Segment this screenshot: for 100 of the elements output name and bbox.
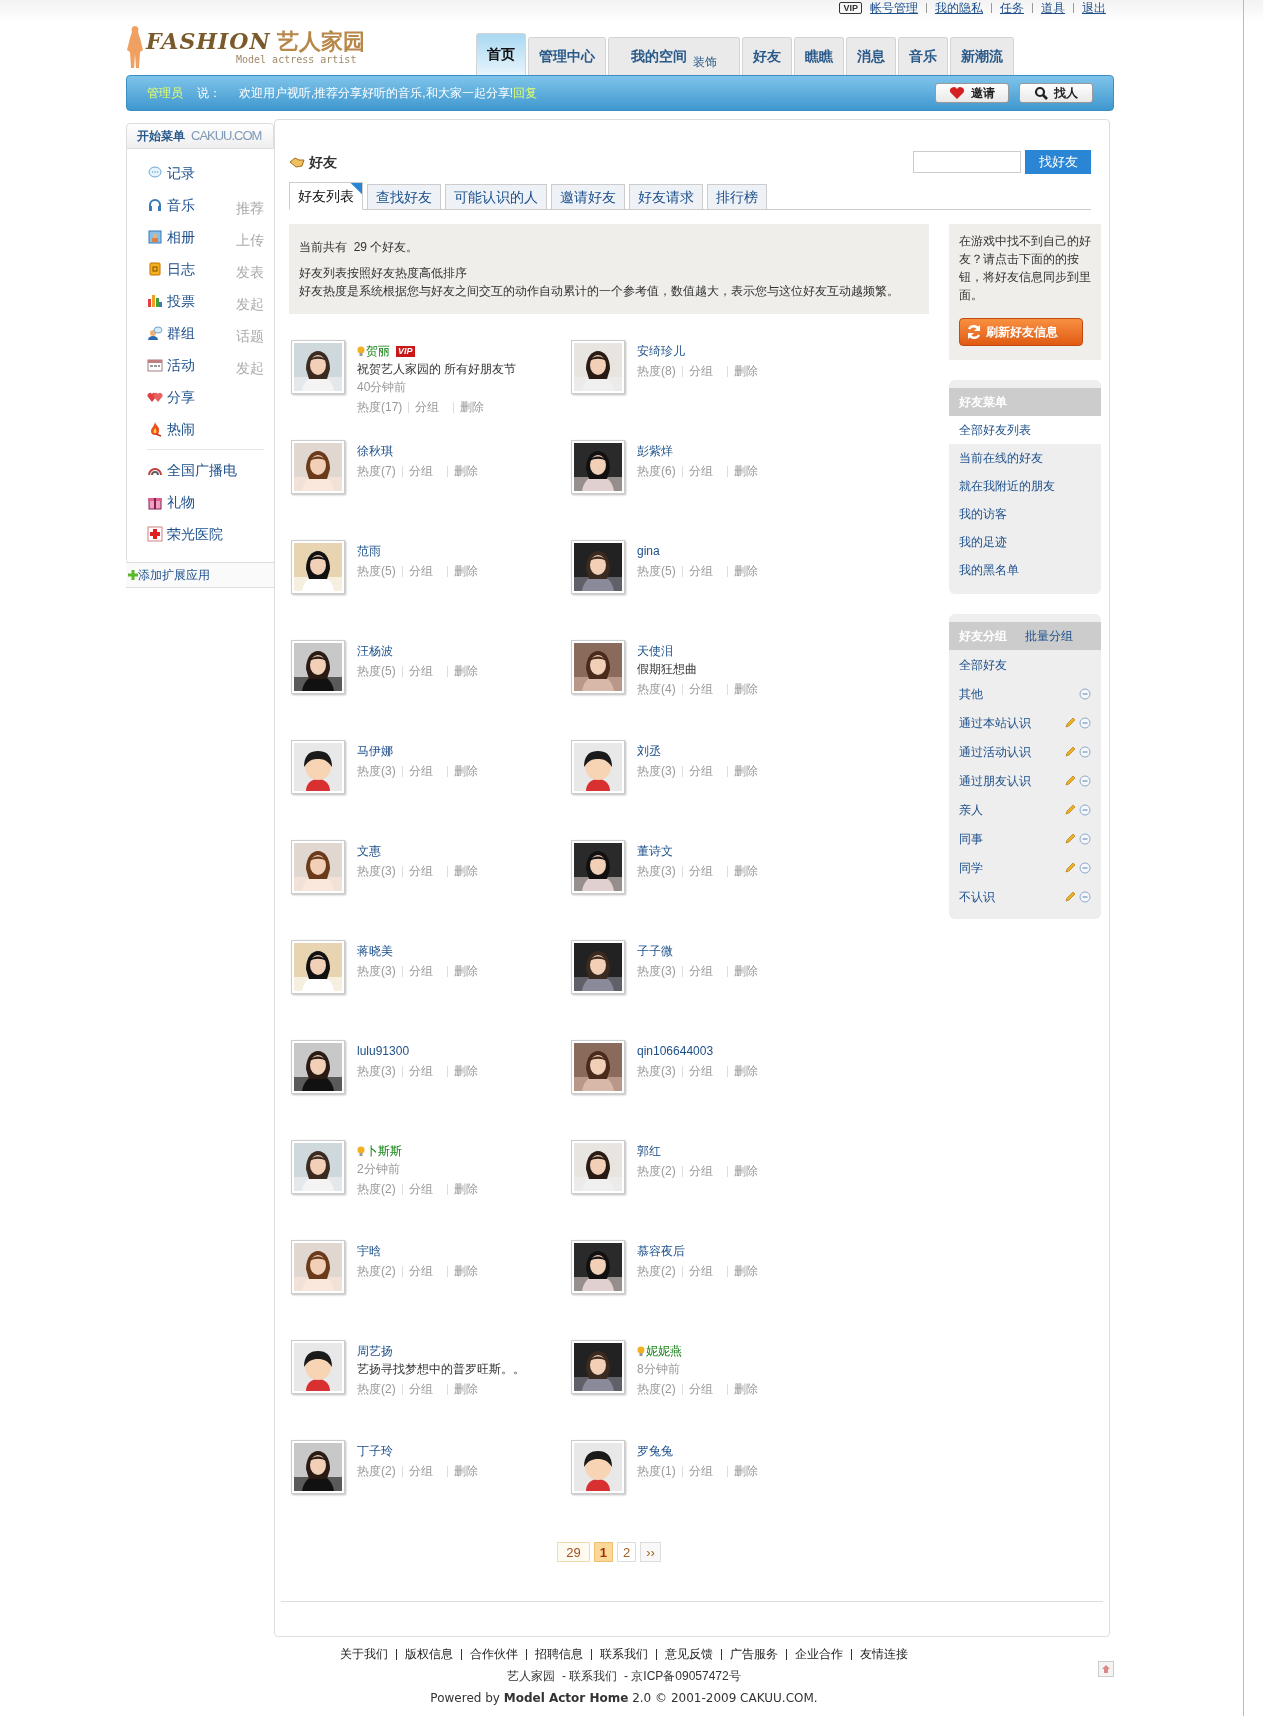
nav-tab[interactable]: 音乐 [898,37,948,75]
pencil-icon[interactable] [1064,774,1076,787]
pencil-icon[interactable] [1064,832,1076,845]
nav-tab[interactable]: 我的空间 装饰 [608,37,740,75]
top-link[interactable]: 我的隐私 [935,0,983,17]
tab[interactable]: 好友列表 [289,182,363,210]
menu-link[interactable]: 我的访客 [949,500,1101,528]
remove-icon[interactable] [1079,890,1091,903]
pencil-icon[interactable] [1064,861,1076,874]
pencil-icon[interactable] [1064,890,1076,903]
menu-link[interactable]: 就在我附近的朋友 [949,472,1101,500]
nav-tab[interactable]: 管理中心 [528,37,606,75]
top-link[interactable]: 退出 [1082,0,1106,17]
find-friend-button[interactable]: 找好友 [1025,150,1091,174]
nav-tab[interactable]: 首页 [476,33,526,75]
friend-name[interactable]: 彭紫烊 [637,442,673,460]
batch-group-link[interactable]: 批量分组 [1025,627,1073,645]
nav-tab[interactable]: 好友 [742,37,792,75]
friend-name[interactable]: lulu91300 [357,1042,410,1060]
menu-link[interactable]: 分享 [167,386,195,408]
friend-name[interactable]: 董诗文 [637,842,673,860]
friend-name[interactable]: 罗兔兔 [637,1442,673,1460]
menu-link[interactable]: 记录 [167,162,195,184]
footer-link[interactable]: 合作伙伴 [470,1645,518,1663]
menu-link[interactable]: 相册 [167,226,195,248]
pencil-icon[interactable] [1064,745,1076,758]
friend-name[interactable]: 慕容夜后 [637,1242,685,1260]
nav-tab[interactable]: 消息 [846,37,896,75]
pencil-icon[interactable] [1064,716,1076,729]
next-page-link[interactable]: ›› [640,1542,661,1562]
friend-name[interactable]: 范雨 [357,542,381,560]
menu-link[interactable]: 群组 [167,322,195,344]
friend-name[interactable]: 徐秋琪 [357,442,393,460]
friend-name[interactable]: 贺丽 [366,342,390,360]
friend-name[interactable]: 蒋晓美 [357,942,393,960]
footer-link[interactable]: 企业合作 [795,1645,843,1663]
search-field[interactable] [913,151,1021,173]
nav-tab[interactable]: 瞧瞧 [794,37,844,75]
remove-icon[interactable] [1079,687,1091,700]
menu-link[interactable]: 热闹 [167,418,195,440]
friend-name[interactable]: 宇晗 [357,1242,381,1260]
footer-link[interactable]: 广告服务 [730,1645,778,1663]
tab[interactable]: 邀请好友 [551,184,625,209]
friend-name[interactable]: qin106644003 [637,1042,714,1060]
back-to-top-icon[interactable] [1098,1661,1114,1677]
top-link[interactable]: 帐号管理 [870,0,918,17]
invite-button[interactable]: 邀请 [935,83,1009,103]
tab[interactable]: 排行榜 [707,184,767,209]
menu-link[interactable]: 全部好友列表 [949,416,1101,444]
group-link[interactable]: 同事 [959,829,983,848]
top-link[interactable]: 道具 [1041,0,1065,17]
remove-icon[interactable] [1079,861,1091,874]
footer-link[interactable]: 版权信息 [405,1645,453,1663]
friend-name[interactable]: 汪杨波 [357,642,393,660]
menu-link[interactable]: 活动 [167,354,195,376]
group-link[interactable]: 不认识 [959,887,995,906]
friend-name[interactable]: 丁子玲 [357,1442,393,1460]
menu-link[interactable]: 我的黑名单 [949,556,1101,584]
friend-name[interactable]: 妮妮燕 [646,1342,682,1360]
menu-link[interactable]: 全国广播电 [167,459,237,481]
menu-link[interactable]: 音乐 [167,194,195,216]
group-link[interactable]: 通过朋友认识 [959,771,1031,790]
group-link[interactable]: 亲人 [959,800,983,819]
menu-link[interactable]: 荣光医院 [167,523,223,545]
menu-link[interactable]: 当前在线的好友 [949,444,1101,472]
pencil-icon[interactable] [1064,803,1076,816]
friend-name[interactable]: 卜斯斯 [366,1142,402,1160]
nav-tab[interactable]: 新潮流 [950,37,1014,75]
tab[interactable]: 可能认识的人 [445,184,547,209]
friend-name[interactable]: gina [637,542,660,560]
menu-link[interactable]: 我的足迹 [949,528,1101,556]
friend-name[interactable]: 马伊娜 [357,742,393,760]
friend-name[interactable]: 周艺扬 [357,1342,393,1360]
menu-link[interactable]: 投票 [167,290,195,312]
group-link[interactable]: 通过活动认识 [959,742,1031,761]
tab[interactable]: 好友请求 [629,184,703,209]
remove-icon[interactable] [1079,803,1091,816]
group-link[interactable]: 通过本站认识 [959,713,1031,732]
menu-link[interactable]: 礼物 [167,491,195,513]
friend-name[interactable]: 刘丞 [637,742,661,760]
friend-name[interactable]: 文惠 [357,842,381,860]
footer-link[interactable]: 招聘信息 [535,1645,583,1663]
footer-link[interactable]: 意见反馈 [665,1645,713,1663]
group-link[interactable]: 全部好友 [959,655,1007,674]
group-link[interactable]: 同学 [959,858,983,877]
footer-link[interactable]: 友情连接 [860,1645,908,1663]
remove-icon[interactable] [1079,832,1091,845]
footer-link[interactable]: 关于我们 [340,1645,388,1663]
remove-icon[interactable] [1079,745,1091,758]
page-link[interactable]: 1 [593,1542,613,1562]
tab[interactable]: 查找好友 [367,184,441,209]
friend-name[interactable]: 安绮珍儿 [637,342,685,360]
menu-link[interactable]: 日志 [167,258,195,280]
footer-link[interactable]: 联系我们 [600,1645,648,1663]
friend-name[interactable]: 子子微 [637,942,673,960]
find-people-button[interactable]: 找人 [1019,83,1093,103]
page-link[interactable]: 2 [616,1542,637,1562]
remove-icon[interactable] [1079,774,1091,787]
top-link[interactable]: 任务 [1000,0,1024,17]
remove-icon[interactable] [1079,716,1091,729]
